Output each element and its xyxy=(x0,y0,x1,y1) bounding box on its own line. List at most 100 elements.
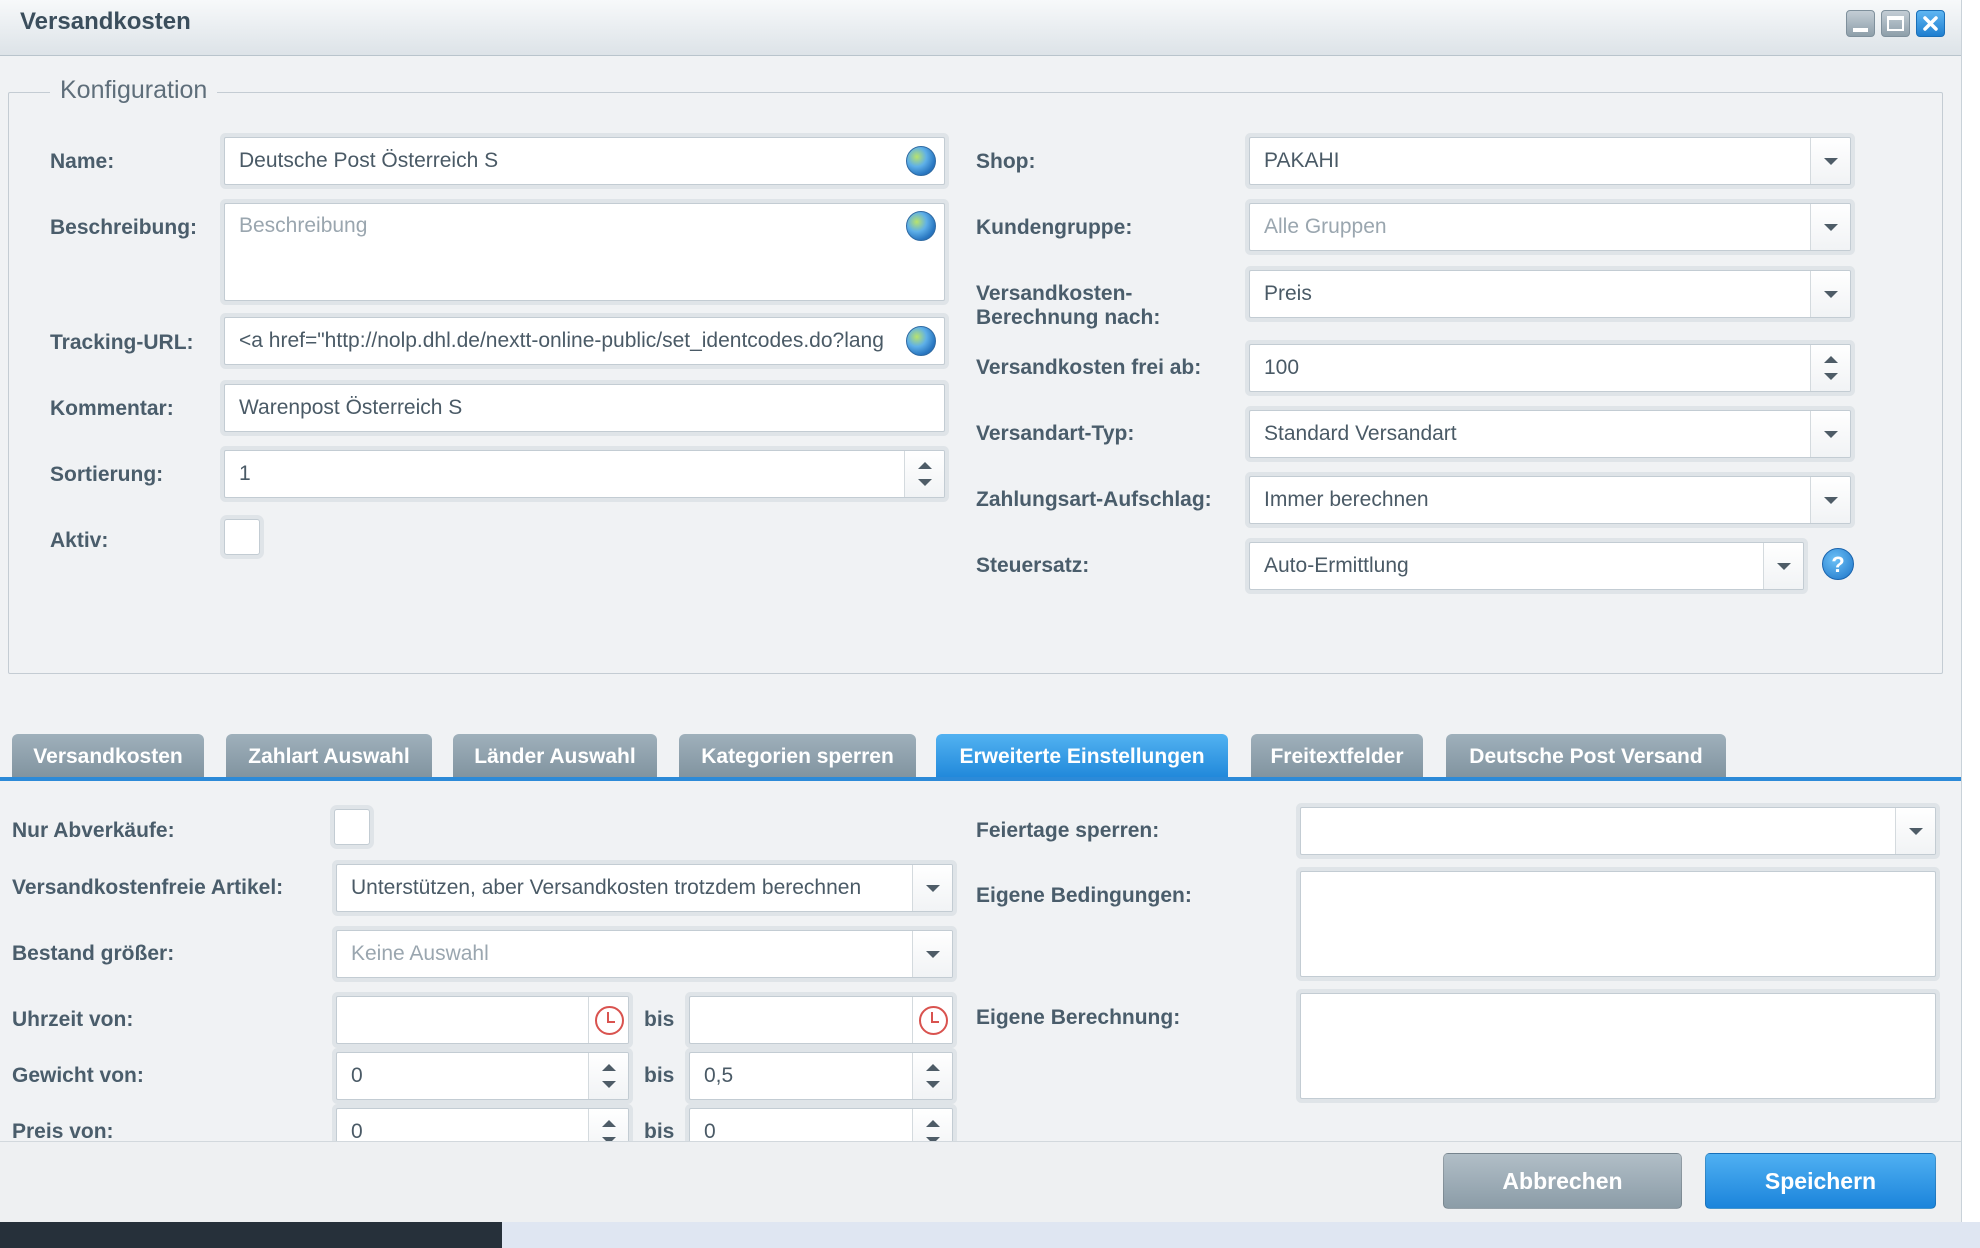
name-input[interactable]: Deutsche Post Österreich S xyxy=(224,137,945,185)
desktop-background xyxy=(502,1222,1980,1248)
chevron-down-icon[interactable] xyxy=(1763,543,1803,589)
steuersatz-label: Steuersatz: xyxy=(976,554,1090,577)
translation-globe-icon[interactable] xyxy=(906,146,936,176)
tab-versandkosten[interactable]: Versandkosten xyxy=(12,734,204,780)
uhrzeit-von-input[interactable] xyxy=(336,996,629,1044)
gewicht-von-value: 0 xyxy=(351,1064,363,1087)
maximize-icon[interactable] xyxy=(1881,10,1910,37)
chevron-down-icon[interactable] xyxy=(1810,271,1850,317)
tab-freitextfelder[interactable]: Freitextfelder xyxy=(1251,734,1423,780)
spin-up-icon[interactable] xyxy=(926,1120,940,1127)
zahlungsart-aufschlag-select[interactable]: Immer berechnen xyxy=(1249,476,1851,524)
versandart-typ-select[interactable]: Standard Versandart xyxy=(1249,410,1851,458)
chevron-down-icon[interactable] xyxy=(912,865,952,911)
gewicht-von-spinner[interactable] xyxy=(588,1053,628,1099)
preis-bis-label: bis xyxy=(644,1120,675,1141)
steuersatz-select[interactable]: Auto-Ermittlung xyxy=(1249,542,1804,590)
cancel-button[interactable]: Abbrechen xyxy=(1443,1153,1682,1209)
bestand-label: Bestand größer: xyxy=(12,942,175,965)
shop-value: PAKAHI xyxy=(1264,149,1340,172)
spin-up-icon[interactable] xyxy=(926,1064,940,1071)
preis-bis-value: 0 xyxy=(704,1120,716,1141)
tracking-url-input[interactable]: <a href="http://nolp.dhl.de/nextt-online… xyxy=(224,317,945,365)
gewicht-bis-spinner[interactable] xyxy=(912,1053,952,1099)
tracking-url-value: <a href="http://nolp.dhl.de/nextt-online… xyxy=(239,329,884,352)
bestand-select[interactable]: Keine Auswahl xyxy=(336,930,953,978)
preis-bis-spinner[interactable] xyxy=(912,1109,952,1141)
versandkostenfreie-artikel-label: Versandkostenfreie Artikel: xyxy=(12,876,284,899)
berechnung-select[interactable]: Preis xyxy=(1249,270,1851,318)
preis-von-number-input[interactable]: 0 xyxy=(336,1108,629,1141)
tracking-url-label: Tracking-URL: xyxy=(50,331,194,354)
chevron-down-icon[interactable] xyxy=(912,931,952,977)
eigene-berechnung-textarea[interactable] xyxy=(1300,993,1936,1099)
close-icon[interactable] xyxy=(1916,10,1945,37)
shop-select[interactable]: PAKAHI xyxy=(1249,137,1851,185)
tab-deutsche-post-versand[interactable]: Deutsche Post Versand xyxy=(1446,734,1726,780)
clock-icon[interactable] xyxy=(912,997,952,1043)
spin-down-icon[interactable] xyxy=(602,1081,616,1088)
versandkosten-frei-spinner[interactable] xyxy=(1810,345,1850,391)
spin-down-icon[interactable] xyxy=(926,1081,940,1088)
versandkosten-window: Versandkosten Konfiguration Name: Deutsc… xyxy=(0,0,1962,1222)
uhrzeit-bis-label: bis xyxy=(644,1008,675,1031)
sortierung-label: Sortierung: xyxy=(50,463,164,486)
versandkosten-frei-value: 100 xyxy=(1264,356,1300,379)
spin-down-icon[interactable] xyxy=(918,479,932,486)
abverkauf-checkbox[interactable] xyxy=(334,809,370,845)
name-value: Deutsche Post Österreich S xyxy=(239,149,499,172)
feiertage-select[interactable] xyxy=(1300,807,1936,855)
preis-von-spinner[interactable] xyxy=(588,1109,628,1141)
chevron-down-icon[interactable] xyxy=(1810,411,1850,457)
versandkosten-frei-number-input[interactable]: 100 xyxy=(1249,344,1851,392)
tab-erweiterte-einstellungen[interactable]: Erweiterte Einstellungen xyxy=(936,734,1228,780)
spin-up-icon[interactable] xyxy=(918,462,932,469)
minimize-icon[interactable] xyxy=(1846,10,1875,37)
tab-laender-auswahl[interactable]: Länder Auswahl xyxy=(453,734,657,780)
gewicht-bis-value: 0,5 xyxy=(704,1064,734,1087)
save-button[interactable]: Speichern xyxy=(1705,1153,1936,1209)
uhrzeit-bis-input[interactable] xyxy=(689,996,953,1044)
chevron-down-icon[interactable] xyxy=(1810,138,1850,184)
aktiv-checkbox[interactable] xyxy=(224,519,260,555)
steuersatz-value: Auto-Ermittlung xyxy=(1264,554,1409,577)
window-title: Versandkosten xyxy=(20,8,191,35)
sortierung-value: 1 xyxy=(239,462,251,485)
clock-icon[interactable] xyxy=(588,997,628,1043)
versandart-typ-label: Versandart-Typ: xyxy=(976,422,1135,445)
preis-von-label: Preis von: xyxy=(12,1120,114,1141)
preis-bis-number-input[interactable]: 0 xyxy=(689,1108,953,1141)
zahlungsart-aufschlag-label: Zahlungsart-Aufschlag: xyxy=(976,488,1212,511)
sortierung-number-input[interactable]: 1 xyxy=(224,450,945,498)
spin-up-icon[interactable] xyxy=(602,1120,616,1127)
tab-zahlart-auswahl[interactable]: Zahlart Auswahl xyxy=(226,734,432,780)
erweiterte-einstellungen-panel: Nur Abverkäufe: Versandkostenfreie Artik… xyxy=(0,781,1961,1141)
chevron-down-icon[interactable] xyxy=(1810,204,1850,250)
chevron-down-icon[interactable] xyxy=(1895,808,1935,854)
versandkostenfreie-artikel-select[interactable]: Unterstützen, aber Versandkosten trotzde… xyxy=(336,864,953,912)
shop-label: Shop: xyxy=(976,150,1036,173)
uhrzeit-von-label: Uhrzeit von: xyxy=(12,1008,134,1031)
spin-up-icon[interactable] xyxy=(602,1064,616,1071)
kommentar-input[interactable]: Warenpost Österreich S xyxy=(224,384,945,432)
spin-up-icon[interactable] xyxy=(1824,356,1838,363)
kundengruppe-select[interactable]: Alle Gruppen xyxy=(1249,203,1851,251)
sortierung-spinner[interactable] xyxy=(904,451,944,497)
gewicht-von-number-input[interactable]: 0 xyxy=(336,1052,629,1100)
help-icon[interactable]: ? xyxy=(1822,548,1854,580)
chevron-down-icon[interactable] xyxy=(1810,477,1850,523)
translation-globe-icon[interactable] xyxy=(906,211,936,241)
eigene-bedingungen-textarea[interactable] xyxy=(1300,871,1936,977)
gewicht-bis-number-input[interactable]: 0,5 xyxy=(689,1052,953,1100)
window-titlebar[interactable]: Versandkosten xyxy=(0,0,1961,56)
versandkostenfreie-artikel-value: Unterstützen, aber Versandkosten trotzde… xyxy=(351,876,862,899)
beschreibung-textarea[interactable]: Beschreibung xyxy=(224,203,945,301)
translation-globe-icon[interactable] xyxy=(906,326,936,356)
versandart-typ-value: Standard Versandart xyxy=(1264,422,1457,445)
kundengruppe-placeholder: Alle Gruppen xyxy=(1264,215,1387,238)
eigene-berechnung-label: Eigene Berechnung: xyxy=(976,1006,1181,1029)
beschreibung-placeholder: Beschreibung xyxy=(239,214,368,237)
kommentar-value: Warenpost Österreich S xyxy=(239,396,463,419)
tab-kategorien-sperren[interactable]: Kategorien sperren xyxy=(679,734,916,780)
spin-down-icon[interactable] xyxy=(1824,373,1838,380)
